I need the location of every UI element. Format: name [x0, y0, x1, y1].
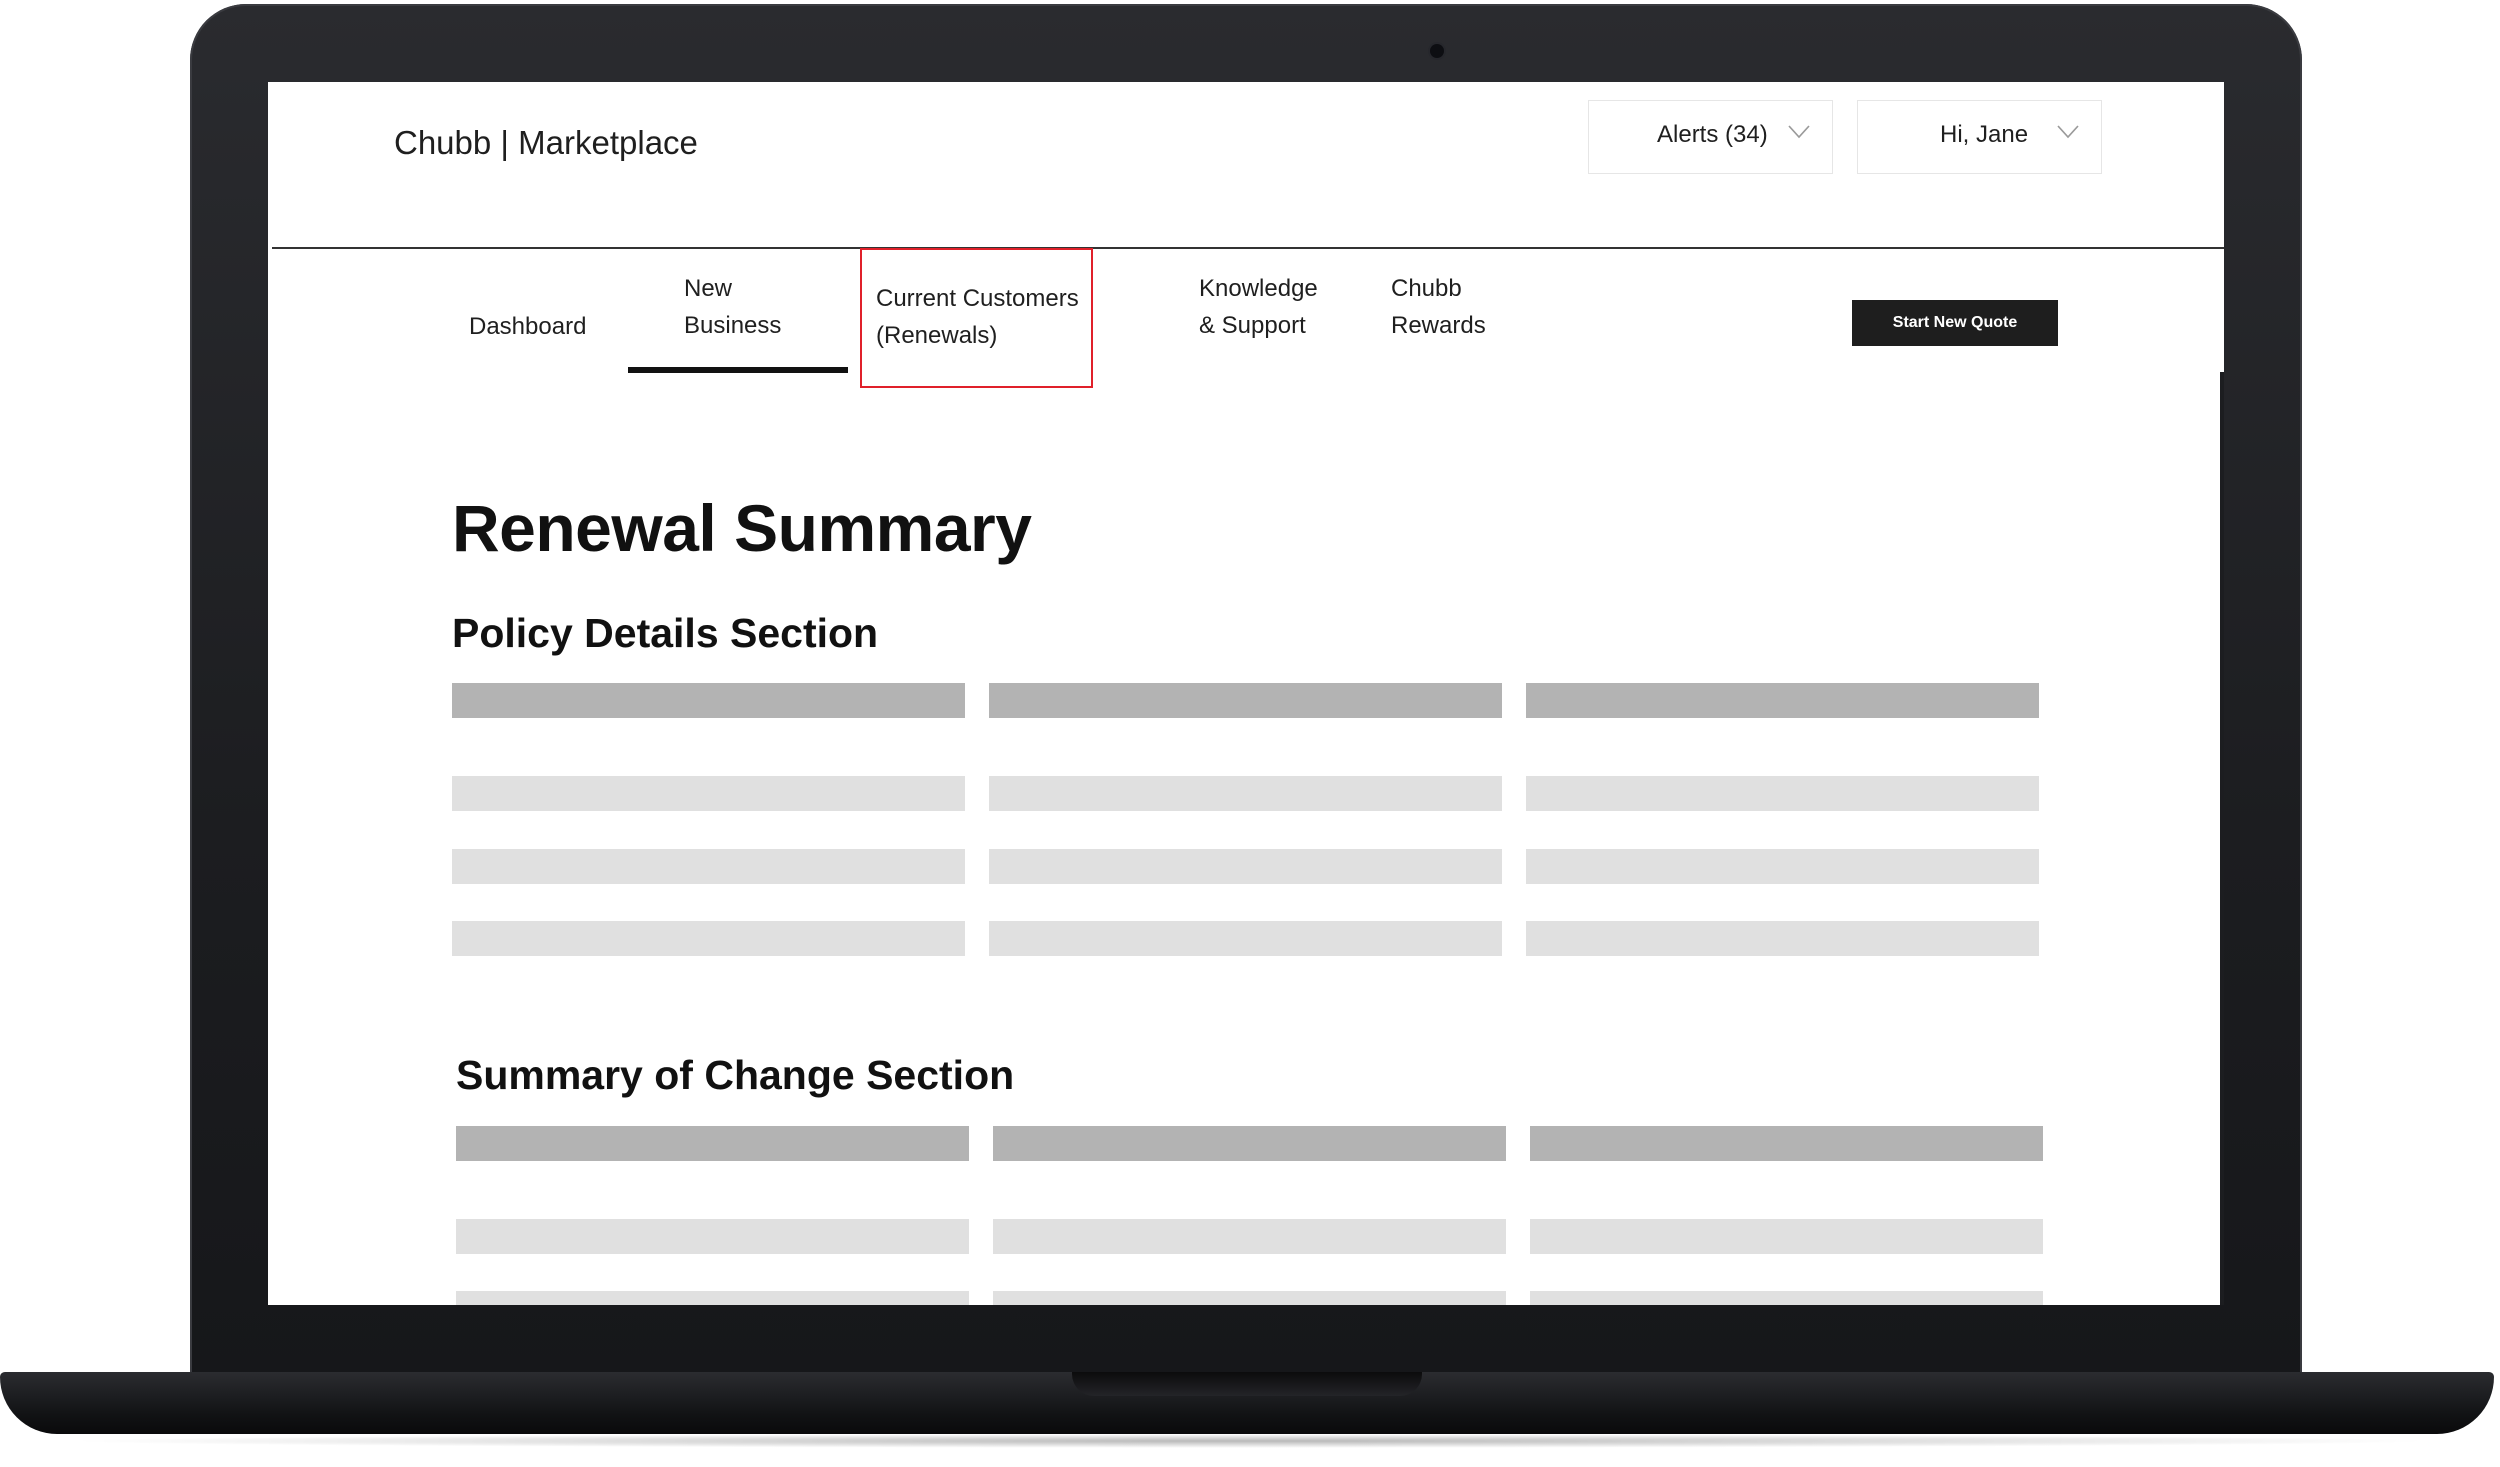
policy-row-placeholder [1526, 849, 2039, 884]
tab-new-business-line1: New [684, 275, 733, 302]
policy-header-placeholder [1526, 683, 2039, 718]
change-header-placeholder [993, 1126, 1506, 1161]
policy-row-placeholder [1526, 921, 2039, 956]
start-new-quote-button[interactable]: Start New Quote [1852, 300, 2058, 346]
screen-edge [2220, 372, 2224, 1305]
change-row-placeholder [1530, 1219, 2043, 1254]
summary-of-change-heading: Summary of Change Section [456, 1052, 1015, 1098]
tab-dashboard[interactable]: Dashboard [469, 308, 586, 345]
alerts-label: Alerts (34) [1657, 121, 1768, 148]
tab-knowledge-support[interactable]: Knowledge & Support [1199, 270, 1318, 344]
user-greeting: Hi, Jane [1940, 121, 2029, 148]
brand-logo-text[interactable]: Chubb | Marketplace [394, 124, 698, 162]
change-row-placeholder [456, 1291, 969, 1305]
tab-new-business[interactable]: New Business [684, 270, 781, 344]
change-header-placeholder [456, 1126, 969, 1161]
policy-details-heading: Policy Details Section [452, 610, 879, 656]
change-row-placeholder [1530, 1291, 2043, 1305]
policy-row-placeholder [1526, 776, 2039, 811]
policy-row-placeholder [989, 776, 1502, 811]
policy-row-placeholder [452, 849, 965, 884]
tab-new-business-line2: Business [684, 312, 782, 339]
page-title: Renewal Summary [452, 491, 1032, 565]
policy-header-placeholder [452, 683, 965, 718]
laptop-hinge-notch [1072, 1372, 1422, 1396]
policy-row-placeholder [452, 921, 965, 956]
policy-row-placeholder [989, 849, 1502, 884]
tab-rewards-line2: Rewards [1391, 312, 1486, 339]
policy-header-placeholder [989, 683, 1502, 718]
change-header-placeholder [1530, 1126, 2043, 1161]
chevron-down-icon [1788, 125, 1810, 139]
active-tab-indicator [628, 367, 848, 373]
policy-row-placeholder [989, 921, 1502, 956]
change-row-placeholder [993, 1219, 1506, 1254]
change-row-placeholder [993, 1291, 1506, 1305]
tab-dashboard-label: Dashboard [469, 313, 587, 340]
policy-row-placeholder [452, 776, 965, 811]
tab-rewards-line1: Chubb [1391, 275, 1462, 302]
screen: Chubb | Marketplace Alerts (34) Hi, Jane… [268, 82, 2224, 1305]
header-divider [272, 247, 2224, 249]
laptop-shadow [60, 1434, 2440, 1448]
tab-knowledge-line1: Knowledge [1199, 275, 1318, 302]
alerts-dropdown[interactable]: Alerts (34) [1588, 100, 1833, 174]
camera-icon [1430, 44, 1444, 58]
tab-knowledge-line2: & Support [1199, 312, 1306, 339]
tab-chubb-rewards[interactable]: Chubb Rewards [1391, 270, 1486, 344]
change-row-placeholder [456, 1219, 969, 1254]
user-menu-dropdown[interactable]: Hi, Jane [1857, 100, 2102, 174]
chevron-down-icon [2057, 125, 2079, 139]
highlight-box [860, 248, 1093, 388]
